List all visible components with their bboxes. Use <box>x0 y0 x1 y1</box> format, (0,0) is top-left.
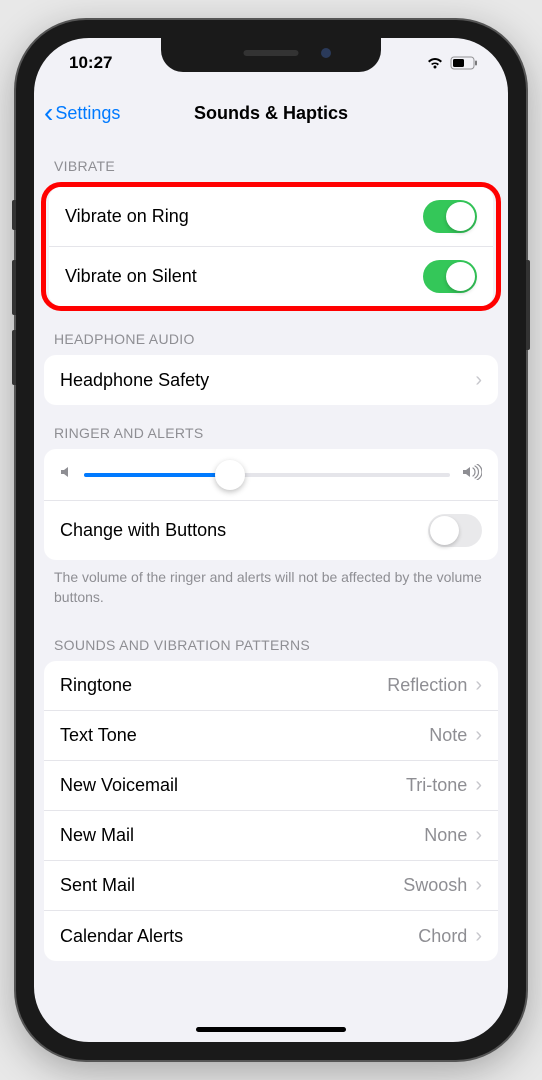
row-label: Headphone Safety <box>60 370 209 391</box>
chevron-right-icon: › <box>475 369 482 392</box>
row-label: Ringtone <box>60 675 132 696</box>
row-new-voicemail[interactable]: New Voicemail Tri-tone › <box>44 761 498 811</box>
page-title: Sounds & Haptics <box>194 103 348 124</box>
power-button[interactable] <box>526 260 530 350</box>
section-header-patterns: SOUNDS AND VIBRATION PATTERNS <box>34 617 508 661</box>
row-headphone-safety[interactable]: Headphone Safety › <box>44 355 498 405</box>
toggle-vibrate-on-ring[interactable] <box>423 200 477 233</box>
row-volume-slider <box>44 449 498 501</box>
section-footer-ringer: The volume of the ringer and alerts will… <box>34 560 508 617</box>
screen: 10:27 ‹ Settings Sounds & Haptics VIBRAT… <box>34 38 508 1042</box>
chevron-right-icon: › <box>475 824 482 847</box>
speaker-high-icon <box>462 464 482 485</box>
row-label: New Mail <box>60 825 134 846</box>
row-vibrate-on-silent[interactable]: Vibrate on Silent <box>49 247 493 306</box>
volume-down-button[interactable] <box>12 330 16 385</box>
phone-frame: 10:27 ‹ Settings Sounds & Haptics VIBRAT… <box>16 20 526 1060</box>
row-value: None <box>424 825 467 846</box>
row-label: Calendar Alerts <box>60 926 183 947</box>
home-indicator[interactable] <box>196 1027 346 1032</box>
back-label: Settings <box>55 103 120 124</box>
notch <box>161 38 381 72</box>
row-label: Sent Mail <box>60 875 135 896</box>
volume-slider[interactable] <box>84 473 450 477</box>
slider-thumb[interactable] <box>215 460 245 490</box>
section-header-headphone: HEADPHONE AUDIO <box>34 311 508 355</box>
row-label: New Voicemail <box>60 775 178 796</box>
toggle-change-with-buttons[interactable] <box>428 514 482 547</box>
section-header-vibrate: VIBRATE <box>34 138 508 182</box>
row-calendar-alerts[interactable]: Calendar Alerts Chord › <box>44 911 498 961</box>
volume-up-button[interactable] <box>12 260 16 315</box>
chevron-right-icon: › <box>475 674 482 697</box>
row-value: Swoosh <box>403 875 467 896</box>
wifi-icon <box>426 56 444 70</box>
chevron-right-icon: › <box>475 925 482 948</box>
section-header-ringer: RINGER AND ALERTS <box>34 405 508 449</box>
row-label: Vibrate on Ring <box>65 206 189 227</box>
chevron-right-icon: › <box>475 724 482 747</box>
annotation-highlight: Vibrate on Ring Vibrate on Silent <box>41 182 501 311</box>
row-label: Vibrate on Silent <box>65 266 197 287</box>
back-button[interactable]: ‹ Settings <box>44 99 120 127</box>
row-label: Change with Buttons <box>60 520 226 541</box>
battery-icon <box>450 56 478 70</box>
group-ringer: Change with Buttons <box>44 449 498 560</box>
row-label: Text Tone <box>60 725 137 746</box>
toggle-vibrate-on-silent[interactable] <box>423 260 477 293</box>
row-sent-mail[interactable]: Sent Mail Swoosh › <box>44 861 498 911</box>
row-change-with-buttons[interactable]: Change with Buttons <box>44 501 498 560</box>
content-scroll[interactable]: VIBRATE Vibrate on Ring Vibrate on Silen… <box>34 138 508 1042</box>
row-value: Tri-tone <box>406 775 467 796</box>
group-vibrate: Vibrate on Ring Vibrate on Silent <box>49 187 493 306</box>
status-time: 10:27 <box>69 53 112 73</box>
row-ringtone[interactable]: Ringtone Reflection › <box>44 661 498 711</box>
row-vibrate-on-ring[interactable]: Vibrate on Ring <box>49 187 493 247</box>
nav-bar: ‹ Settings Sounds & Haptics <box>34 88 508 138</box>
chevron-left-icon: ‹ <box>44 99 53 127</box>
row-value: Note <box>429 725 467 746</box>
row-new-mail[interactable]: New Mail None › <box>44 811 498 861</box>
row-text-tone[interactable]: Text Tone Note › <box>44 711 498 761</box>
speaker-low-icon <box>60 464 72 485</box>
mute-switch[interactable] <box>12 200 16 230</box>
row-value: Chord <box>418 926 467 947</box>
group-patterns: Ringtone Reflection › Text Tone Note › N… <box>44 661 498 961</box>
row-value: Reflection <box>387 675 467 696</box>
chevron-right-icon: › <box>475 874 482 897</box>
group-headphone: Headphone Safety › <box>44 355 498 405</box>
chevron-right-icon: › <box>475 774 482 797</box>
